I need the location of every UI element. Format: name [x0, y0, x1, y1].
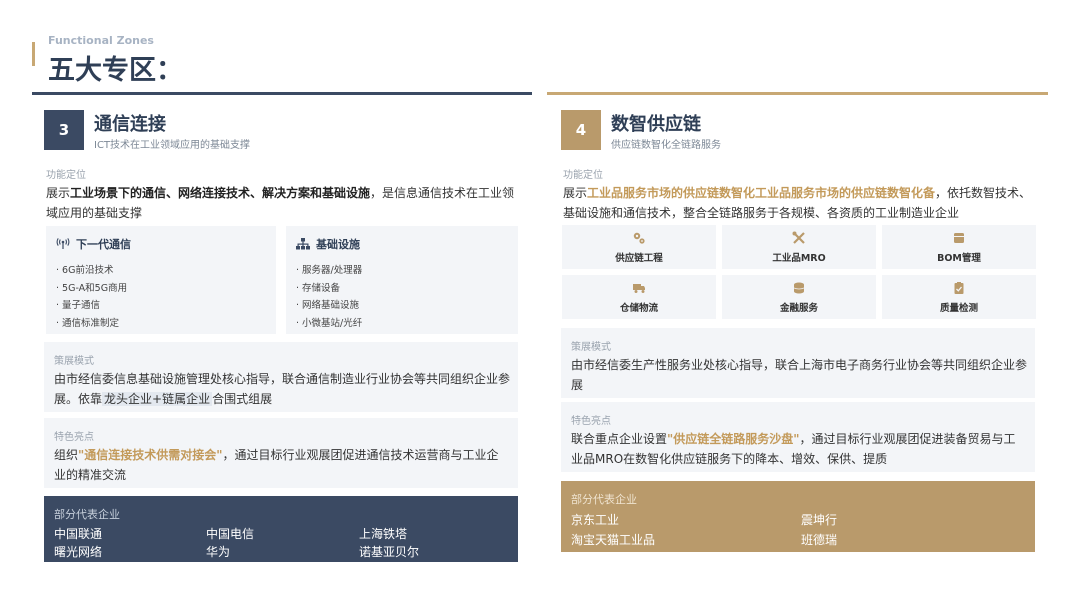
- position-text: 展示工业品服务市场的供应链数智化工业品服务市场的供应链数智化备，依托数智技术、基…: [563, 186, 1032, 220]
- company-name: 中国电信: [206, 527, 255, 541]
- page-title: 五大专区：: [48, 55, 183, 86]
- divider-right: [547, 92, 1048, 95]
- list-item: · 服务器/处理器: [296, 265, 363, 276]
- zone-title: 通信连接: [94, 114, 166, 135]
- card-title: 下一代通信: [76, 238, 131, 251]
- company-name: 华为: [206, 545, 231, 559]
- header-accent-bar: [32, 42, 35, 66]
- service-mro: 工业品MRO: [722, 225, 876, 269]
- company-name: 淘宝天猫工业品: [571, 533, 656, 547]
- box-icon: [954, 232, 964, 243]
- position-label: 功能定位: [46, 170, 86, 181]
- card-infrastructure: 基础设施 · 服务器/处理器 · 存储设备 · 网络基础设施 · 小微基站/光纤: [286, 226, 518, 334]
- feature-label: 特色亮点: [571, 416, 611, 427]
- position-label: 功能定位: [563, 170, 603, 181]
- card-title: 基础设施: [316, 238, 360, 251]
- zone-subtitle: 供应链数智化全链路服务: [611, 140, 721, 151]
- company-name: 震坤行: [801, 513, 838, 527]
- feature-label: 特色亮点: [54, 432, 94, 443]
- reps-label: 部分代表企业: [571, 493, 637, 506]
- gears-icon: [633, 232, 645, 244]
- service-bom: BOM管理: [882, 225, 1036, 269]
- coins-icon: [793, 282, 805, 293]
- card-list: · 服务器/处理器 · 存储设备 · 网络基础设施 · 小微基站/光纤: [296, 262, 362, 332]
- position-text: 展示工业场景下的通信、网络连接技术、解决方案和基础设施，是信息通信技术在工业领域…: [46, 186, 515, 220]
- plan-highlight: 龙头企业+链属企业: [102, 392, 213, 406]
- company-name: 诺基亚贝尔: [359, 545, 420, 559]
- truck-icon: [633, 283, 645, 293]
- signal-icon: [56, 238, 70, 249]
- zone-3-column: 3 通信连接 ICT技术在工业领域应用的基础支撑 功能定位 展示工业场景下的通信…: [44, 104, 524, 574]
- plan-panel: 策展模式 由市经信委生产性服务业处核心指导，联合上海市电子商务行业协会等共同组织…: [561, 328, 1035, 398]
- list-item: · 小微基站/光纤: [296, 317, 363, 329]
- header-subtitle: Functional Zones: [48, 34, 154, 47]
- plan-label: 策展模式: [54, 356, 94, 367]
- card-next-gen-comm: 下一代通信 · 6G前沿技术 · 5G-A和5G商用 · 量子通信 · 通信标准…: [46, 226, 276, 334]
- company-name: 曙光网络: [54, 545, 103, 559]
- zone-title: 数智供应链: [611, 114, 701, 135]
- company-name: 班德瑞: [801, 533, 838, 547]
- feature-text: 联合重点企业设置"供应链全链路服务沙盘"，通过目标行业观展团促进装备贸易与工业品…: [571, 432, 1016, 466]
- service-quality-inspection: 质量检测: [882, 275, 1036, 319]
- representative-companies: 部分代表企业 京东工业 震坤行 淘宝天猫工业品 班德瑞: [561, 481, 1035, 552]
- zone-4-column: 4 数智供应链 供应链数智化全链路服务 功能定位 展示工业品服务市场的供应链数智…: [561, 104, 1041, 574]
- service-finance: 金融服务: [722, 275, 876, 319]
- feature-panel: 特色亮点 组织"通信连接技术供需对接会"，通过目标行业观展团促进通信技术运营商与…: [44, 418, 518, 488]
- zone-number-badge: 3: [44, 110, 84, 150]
- feature-panel: 特色亮点 联合重点企业设置"供应链全链路服务沙盘"，通过目标行业观展团促进装备贸…: [561, 402, 1035, 472]
- divider-left: [32, 92, 532, 95]
- plan-label: 策展模式: [571, 342, 611, 353]
- list-item: · 通信标准制定: [56, 317, 120, 329]
- company-name: 中国联通: [54, 527, 103, 541]
- list-item: · 6G前沿技术: [56, 265, 114, 276]
- list-item: · 5G-A和5G商用: [56, 282, 128, 294]
- tools-icon: [792, 231, 805, 244]
- company-name: 京东工业: [571, 513, 620, 527]
- representative-companies: 部分代表企业 中国联通 中国电信 上海铁塔 曙光网络 华为 诺基亚贝尔: [44, 496, 518, 562]
- list-item: · 存储设备: [296, 282, 341, 294]
- zone-subtitle: ICT技术在工业领域应用的基础支撑: [94, 140, 251, 151]
- list-item: · 网络基础设施: [296, 300, 360, 311]
- card-list: · 6G前沿技术 · 5G-A和5G商用 · 量子通信 · 通信标准制定: [56, 262, 127, 332]
- reps-label: 部分代表企业: [54, 508, 120, 521]
- zone-number-badge: 4: [561, 110, 601, 150]
- plan-panel: 策展模式 由市经信委信息基础设施管理处核心指导，联合通信制造业行业协会等共同组织…: [44, 342, 518, 412]
- service-supply-chain-engineering: 供应链工程: [562, 225, 716, 269]
- clipboard-check-icon: [954, 281, 964, 294]
- list-item: · 量子通信: [56, 300, 101, 311]
- plan-text: 由市经信委生产性服务业处核心指导，联合上海市电子商务行业协会等共同组织企业参展: [571, 358, 1028, 392]
- company-name: 上海铁塔: [359, 527, 408, 541]
- plan-text: 由市经信委信息基础设施管理处核心指导，联合通信制造业行业协会等共同组织企业参展。…: [54, 372, 511, 406]
- service-logistics: 仓储物流: [562, 275, 716, 319]
- network-icon: [296, 238, 310, 250]
- feature-text: 组织"通信连接技术供需对接会"，通过目标行业观展团促进通信技术运营商与工业企业的…: [54, 448, 499, 482]
